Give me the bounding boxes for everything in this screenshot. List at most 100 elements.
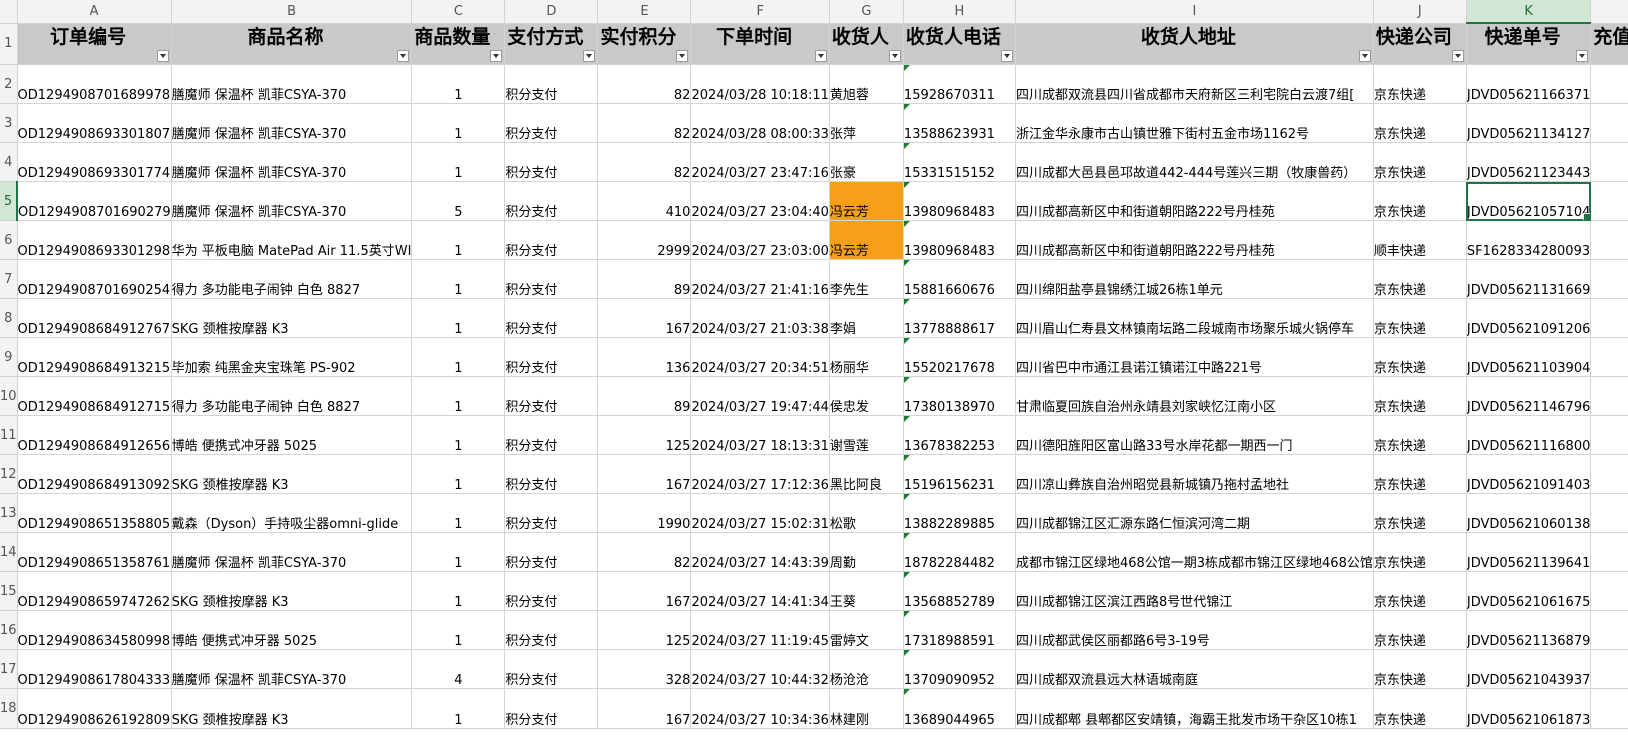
cell-tracking-number[interactable]: JDVD05621061675: [1466, 571, 1592, 611]
cell-quantity[interactable]: 4: [411, 649, 506, 689]
cell-recipient-phone[interactable]: 13588623931: [903, 103, 1016, 143]
cell-product-name[interactable]: SKG 颈椎按摩器 K3: [171, 298, 413, 338]
cell-points-paid[interactable]: 82: [597, 103, 692, 143]
cell-courier[interactable]: 京东快递: [1373, 64, 1467, 104]
cell-recipient[interactable]: 李娟: [829, 298, 904, 338]
cell-order-id[interactable]: OD1294908684912767: [17, 298, 172, 338]
cell-payment-method[interactable]: 积分支付: [504, 493, 599, 533]
fill-handle[interactable]: [1583, 213, 1590, 220]
cell-order-id[interactable]: OD1294908651358761: [17, 532, 172, 572]
cell-tracking-number[interactable]: JDVD05621061873: [1466, 688, 1592, 729]
cell-recipient-phone[interactable]: 15520217678: [903, 337, 1016, 377]
filter-dropdown-icon[interactable]: [1576, 50, 1589, 62]
cell-courier[interactable]: 京东快递: [1373, 649, 1467, 689]
cell-order-time[interactable]: 2024/03/28 08:00:33: [690, 103, 830, 143]
cell-order-time[interactable]: 2024/03/27 18:13:31: [690, 415, 830, 455]
cell-recipient-address[interactable]: 四川绵阳盐亭县锦绣江城26栋1单元: [1015, 259, 1374, 299]
cell-courier[interactable]: 京东快递: [1373, 103, 1467, 143]
cell-recipient-address[interactable]: 四川眉山仁寿县文林镇南坛路二段城南市场聚乐城火锅停车: [1015, 298, 1374, 338]
cell-product-name[interactable]: 博皓 便携式冲牙器 5025: [171, 610, 413, 650]
select-all-corner[interactable]: [0, 0, 18, 24]
cell-product-name[interactable]: SKG 颈椎按摩器 K3: [171, 571, 413, 611]
cell-product-name[interactable]: 毕加索 纯黑金夹宝珠笔 PS-902: [171, 337, 413, 377]
cell-payment-method[interactable]: 积分支付: [504, 415, 599, 455]
cell-order-id[interactable]: OD1294908693301298: [17, 220, 172, 260]
row-header[interactable]: 7: [0, 259, 18, 299]
cell-product-name[interactable]: 膳魔师 保温杯 凯菲CSYA-370: [171, 532, 413, 572]
cell-tracking-number[interactable]: SF1628334280093: [1466, 220, 1592, 260]
cell-points-paid[interactable]: 82: [597, 532, 692, 572]
cell-recipient-phone[interactable]: 18782284482: [903, 532, 1016, 572]
cell-order-id[interactable]: OD1294908693301774: [17, 142, 172, 182]
cell-courier[interactable]: 京东快递: [1373, 259, 1467, 299]
filter-dropdown-icon[interactable]: [1000, 50, 1013, 62]
cell-recipient-address[interactable]: 四川成都郫 县郫都区安靖镇，海霸王批发市场干杂区10栋1: [1015, 688, 1374, 729]
cell-quantity[interactable]: 1: [411, 532, 506, 572]
cell-recipient-phone[interactable]: 15928670311: [903, 64, 1016, 104]
cell-product-name[interactable]: 华为 平板电脑 MatePad Air 11.5英寸WI: [171, 220, 413, 260]
header-cell-recharge-status[interactable]: 充值状态: [1590, 23, 1628, 65]
cell-payment-method[interactable]: 积分支付: [504, 103, 599, 143]
cell-payment-method[interactable]: 积分支付: [504, 571, 599, 611]
cell-recipient[interactable]: 李先生: [829, 259, 904, 299]
cell-order-time[interactable]: 2024/03/28 10:18:11: [690, 64, 830, 104]
cell-points-paid[interactable]: 167: [597, 298, 692, 338]
cell-recharge-status[interactable]: [1590, 493, 1628, 533]
header-cell-order-id[interactable]: 订单编号: [17, 23, 172, 65]
cell-quantity[interactable]: 1: [411, 571, 506, 611]
cell-payment-method[interactable]: 积分支付: [504, 649, 599, 689]
cell-order-time[interactable]: 2024/03/27 14:41:34: [690, 571, 830, 611]
cell-payment-method[interactable]: 积分支付: [504, 454, 599, 494]
cell-quantity[interactable]: 1: [411, 415, 506, 455]
cell-recharge-status[interactable]: [1590, 337, 1628, 377]
cell-recipient-address[interactable]: 四川成都高新区中和街道朝阳路222号丹桂苑: [1015, 220, 1374, 260]
cell-quantity[interactable]: 1: [411, 259, 506, 299]
cell-product-name[interactable]: 得力 多功能电子闹钟 白色 8827: [171, 259, 413, 299]
row-header[interactable]: 8: [0, 298, 18, 338]
row-header[interactable]: 9: [0, 337, 18, 377]
cell-order-time[interactable]: 2024/03/27 10:44:32: [690, 649, 830, 689]
cell-payment-method[interactable]: 积分支付: [504, 220, 599, 260]
cell-order-time[interactable]: 2024/03/27 20:34:51: [690, 337, 830, 377]
cell-payment-method[interactable]: 积分支付: [504, 142, 599, 182]
header-cell-product-name[interactable]: 商品名称: [171, 23, 413, 65]
cell-quantity[interactable]: 5: [411, 181, 506, 221]
cell-recharge-status[interactable]: [1590, 415, 1628, 455]
cell-recipient-phone[interactable]: 13778888617: [903, 298, 1016, 338]
cell-order-time[interactable]: 2024/03/27 23:04:40: [690, 181, 830, 221]
cell-recipient[interactable]: 张豪: [829, 142, 904, 182]
row-header[interactable]: 13: [0, 493, 18, 533]
cell-product-name[interactable]: 博皓 便携式冲牙器 5025: [171, 415, 413, 455]
cell-product-name[interactable]: 膳魔师 保温杯 凯菲CSYA-370: [171, 103, 413, 143]
cell-recharge-status[interactable]: [1590, 142, 1628, 182]
cell-recharge-status[interactable]: [1590, 649, 1628, 689]
cell-points-paid[interactable]: 125: [597, 610, 692, 650]
column-header-c[interactable]: C: [411, 0, 506, 24]
cell-order-id[interactable]: OD1294908684912656: [17, 415, 172, 455]
cell-order-id[interactable]: OD1294908651358805: [17, 493, 172, 533]
cell-recipient[interactable]: 黄旭蓉: [829, 64, 904, 104]
filter-dropdown-icon[interactable]: [583, 50, 596, 62]
cell-points-paid[interactable]: 328: [597, 649, 692, 689]
cell-recipient-address[interactable]: 四川成都武侯区丽都路6号3-19号: [1015, 610, 1374, 650]
spreadsheet[interactable]: A B C D E F G H I J K L 1 订单编号 商品名称 商品数量…: [0, 0, 1628, 750]
cell-quantity[interactable]: 1: [411, 64, 506, 104]
cell-recipient[interactable]: 王葵: [829, 571, 904, 611]
cell-points-paid[interactable]: 2999: [597, 220, 692, 260]
cell-courier[interactable]: 顺丰快递: [1373, 220, 1467, 260]
cell-payment-method[interactable]: 积分支付: [504, 259, 599, 299]
cell-product-name[interactable]: 戴森（Dyson）手持吸尘器omni-glide: [171, 493, 413, 533]
cell-courier[interactable]: 京东快递: [1373, 532, 1467, 572]
cell-recipient-phone[interactable]: 13882289885: [903, 493, 1016, 533]
cell-recipient-phone[interactable]: 15881660676: [903, 259, 1016, 299]
cell-order-id[interactable]: OD1294908693301807: [17, 103, 172, 143]
cell-quantity[interactable]: 1: [411, 298, 506, 338]
cell-product-name[interactable]: SKG 颈椎按摩器 K3: [171, 688, 413, 729]
header-cell-points-paid[interactable]: 实付积分: [597, 23, 692, 65]
cell-recipient[interactable]: 周勤: [829, 532, 904, 572]
cell-recipient[interactable]: 谢雪莲: [829, 415, 904, 455]
cell-recipient-phone[interactable]: 17318988591: [903, 610, 1016, 650]
cell-points-paid[interactable]: 82: [597, 64, 692, 104]
cell-order-id[interactable]: OD1294908684913092: [17, 454, 172, 494]
row-header[interactable]: 15: [0, 571, 18, 611]
